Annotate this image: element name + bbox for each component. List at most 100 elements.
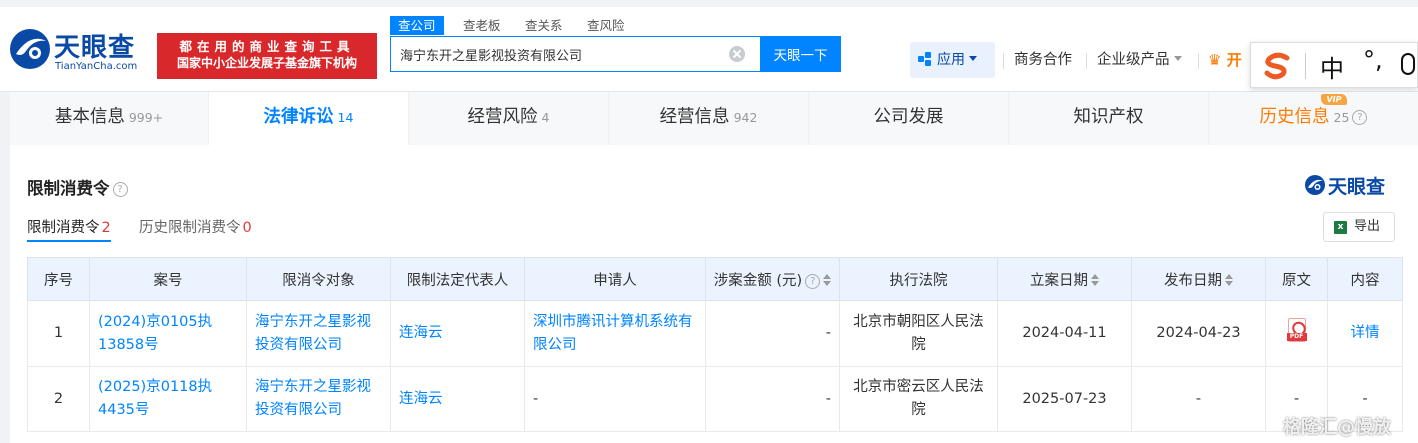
slogan-line-2: 国家中小企业发展子基金旗下机构 bbox=[176, 56, 357, 70]
ime-punctuation-mode[interactable]: °, bbox=[1363, 46, 1383, 74]
section-title: 限制消费令? bbox=[27, 175, 128, 199]
nav-divider bbox=[1003, 53, 1004, 69]
restriction-table: 序号 案号 限消令对象 限制法定代表人 申请人 涉案金额 (元)? 执行法院 立… bbox=[27, 257, 1403, 432]
nav-enterprise-products[interactable]: 企业级产品 bbox=[1097, 42, 1182, 78]
cell-case-no-link[interactable]: (2025)京0118执4435号 bbox=[89, 366, 247, 432]
cell-filing-date: 2025-07-23 bbox=[997, 366, 1132, 432]
pdf-tag: PDF bbox=[1286, 332, 1307, 341]
search-tab-company[interactable]: 查公司 bbox=[390, 16, 444, 35]
cell-publish-date: 2024-04-23 bbox=[1131, 300, 1266, 367]
tab-label: 公司发展 bbox=[873, 107, 944, 127]
tab-label: 历史信息 bbox=[1259, 107, 1330, 127]
col-header-target: 限消令对象 bbox=[246, 257, 391, 301]
sort-icon[interactable] bbox=[1091, 273, 1099, 286]
pdf-icon[interactable]: PDF bbox=[1286, 317, 1307, 342]
col-header-filing-date-label: 立案日期 bbox=[1030, 272, 1088, 289]
logo-domain: TianYanCha.com bbox=[55, 61, 138, 72]
company-detail-card: 基本信息 999+ 法律诉讼 14 经营风险 4 经营信息 942 公司发展 知识产权 … bbox=[10, 92, 1418, 443]
cell-court: 北京市朝阳区人民法院 bbox=[839, 300, 998, 367]
brand-text: 天眼查 bbox=[1328, 176, 1386, 198]
top-header: 天眼查 TianYanCha.com 都在用的商业查询工具 国家中小企业发展子基… bbox=[0, 0, 1418, 92]
cell-applicant-link[interactable]: 深圳市腾讯计算机系统有限公司 bbox=[524, 300, 706, 367]
col-header-legal-rep: 限制法定代表人 bbox=[390, 257, 525, 301]
tab-history-info[interactable]: 历史信息 25? bbox=[1209, 92, 1418, 145]
col-header-amount-label: 涉案金额 (元) bbox=[713, 272, 803, 289]
tab-intellectual-property[interactable]: 知识产权 bbox=[1009, 92, 1209, 145]
col-header-filing-date[interactable]: 立案日期 bbox=[997, 257, 1132, 301]
help-icon[interactable]: ? bbox=[1352, 110, 1368, 125]
tab-count: 25 bbox=[1333, 110, 1350, 125]
table-row: 2 (2025)京0118执4435号 海宁东开之星影视投资有限公司 连海云 -… bbox=[27, 366, 1403, 432]
cell-legal-rep-link[interactable]: 连海云 bbox=[390, 366, 525, 432]
cell-amount: - bbox=[705, 366, 840, 432]
subtab-history-restrictions[interactable]: 历史限制消费令 0 bbox=[139, 216, 252, 242]
tab-label: 法律诉讼 bbox=[263, 107, 334, 127]
cell-target-link[interactable]: 海宁东开之星影视投资有限公司 bbox=[246, 300, 391, 367]
tab-operating-info[interactable]: 经营信息 942 bbox=[609, 92, 809, 145]
cell-original: PDF bbox=[1265, 300, 1328, 367]
app-menu-button[interactable]: 应用 bbox=[910, 42, 995, 78]
chevron-down-icon bbox=[1173, 56, 1182, 61]
open-vip-link[interactable]: ♛ 开 bbox=[1208, 42, 1242, 78]
watermark: 格隆汇@慢放 bbox=[1283, 417, 1391, 438]
search-input[interactable] bbox=[391, 37, 721, 71]
ime-toolbar: 中 °, bbox=[1250, 42, 1418, 88]
cell-legal-rep-link[interactable]: 连海云 bbox=[390, 300, 525, 367]
open-vip-label: 开 bbox=[1226, 51, 1242, 69]
col-header-amount[interactable]: 涉案金额 (元)? bbox=[705, 257, 840, 301]
cell-case-no-link[interactable]: (2024)京0105执13858号 bbox=[89, 300, 247, 367]
col-header-content: 内容 bbox=[1327, 257, 1403, 301]
logo-eye-icon bbox=[10, 29, 50, 69]
col-header-original: 原文 bbox=[1265, 257, 1328, 301]
crown-icon: ♛ bbox=[1208, 51, 1222, 69]
sort-icon[interactable] bbox=[823, 273, 832, 286]
tab-legal-litigation[interactable]: 法律诉讼 14 bbox=[209, 92, 409, 145]
slogan-line-1: 都在用的商业查询工具 bbox=[179, 39, 355, 54]
col-header-applicant: 申请人 bbox=[524, 257, 706, 301]
search-tab-risk[interactable]: 查风险 bbox=[587, 16, 625, 35]
clear-icon[interactable] bbox=[729, 46, 745, 62]
sogou-s-icon[interactable] bbox=[1263, 52, 1293, 80]
sort-icon[interactable] bbox=[1225, 273, 1233, 286]
vip-badge: VIP bbox=[1321, 94, 1347, 105]
export-button[interactable]: x 导出 bbox=[1323, 212, 1395, 242]
search-tab-boss[interactable]: 查老板 bbox=[463, 16, 501, 35]
col-header-publish-date[interactable]: 发布日期 bbox=[1131, 257, 1266, 301]
tab-company-development[interactable]: 公司发展 bbox=[809, 92, 1009, 145]
search-button[interactable]: 天眼一下 bbox=[760, 36, 841, 72]
nav-enterprise-products-label: 企业级产品 bbox=[1097, 52, 1170, 68]
col-header-court: 执行法院 bbox=[839, 257, 998, 301]
tab-count: 4 bbox=[541, 110, 550, 125]
col-header-case-no: 案号 bbox=[89, 257, 247, 301]
tab-label: 知识产权 bbox=[1073, 107, 1144, 127]
section-title-text: 限制消费令 bbox=[27, 179, 110, 198]
help-icon[interactable]: ? bbox=[112, 182, 128, 197]
tab-label: 经营信息 bbox=[659, 107, 730, 127]
cell-index: 2 bbox=[27, 366, 90, 432]
col-header-index: 序号 bbox=[27, 257, 90, 301]
subtab-current-restrictions[interactable]: 限制消费令 2 bbox=[27, 216, 111, 242]
tab-count: 14 bbox=[337, 110, 354, 125]
help-icon[interactable]: ? bbox=[805, 273, 821, 289]
subtab-count: 2 bbox=[101, 220, 111, 236]
table-row: 1 (2024)京0105执13858号 海宁东开之星影视投资有限公司 连海云 … bbox=[27, 300, 1403, 367]
subtab-label: 历史限制消费令 bbox=[139, 220, 241, 236]
search-tab-relation[interactable]: 查关系 bbox=[525, 16, 563, 35]
tab-count: 999+ bbox=[128, 110, 164, 125]
chevron-down-icon bbox=[969, 56, 977, 61]
ime-chinese-mode[interactable]: 中 bbox=[1320, 49, 1344, 84]
cell-detail-link[interactable]: 详情 bbox=[1327, 300, 1403, 367]
app-menu-label: 应用 bbox=[937, 52, 965, 68]
tab-basic-info[interactable]: 基本信息 999+ bbox=[10, 92, 209, 145]
subtab-label: 限制消费令 bbox=[27, 220, 100, 236]
tab-label: 基本信息 bbox=[54, 107, 125, 127]
excel-icon: x bbox=[1334, 221, 1347, 234]
nav-divider bbox=[1086, 53, 1087, 69]
nav-business-cooperation[interactable]: 商务合作 bbox=[1014, 42, 1072, 78]
cell-target-link[interactable]: 海宁东开之星影视投资有限公司 bbox=[246, 366, 391, 432]
microphone-icon[interactable] bbox=[1401, 53, 1415, 75]
site-logo[interactable]: 天眼查 TianYanCha.com bbox=[8, 25, 150, 81]
cell-index: 1 bbox=[27, 300, 90, 367]
tab-operating-risk[interactable]: 经营风险 4 bbox=[409, 92, 609, 145]
table-header-row: 序号 案号 限消令对象 限制法定代表人 申请人 涉案金额 (元)? 执行法院 立… bbox=[27, 257, 1403, 301]
